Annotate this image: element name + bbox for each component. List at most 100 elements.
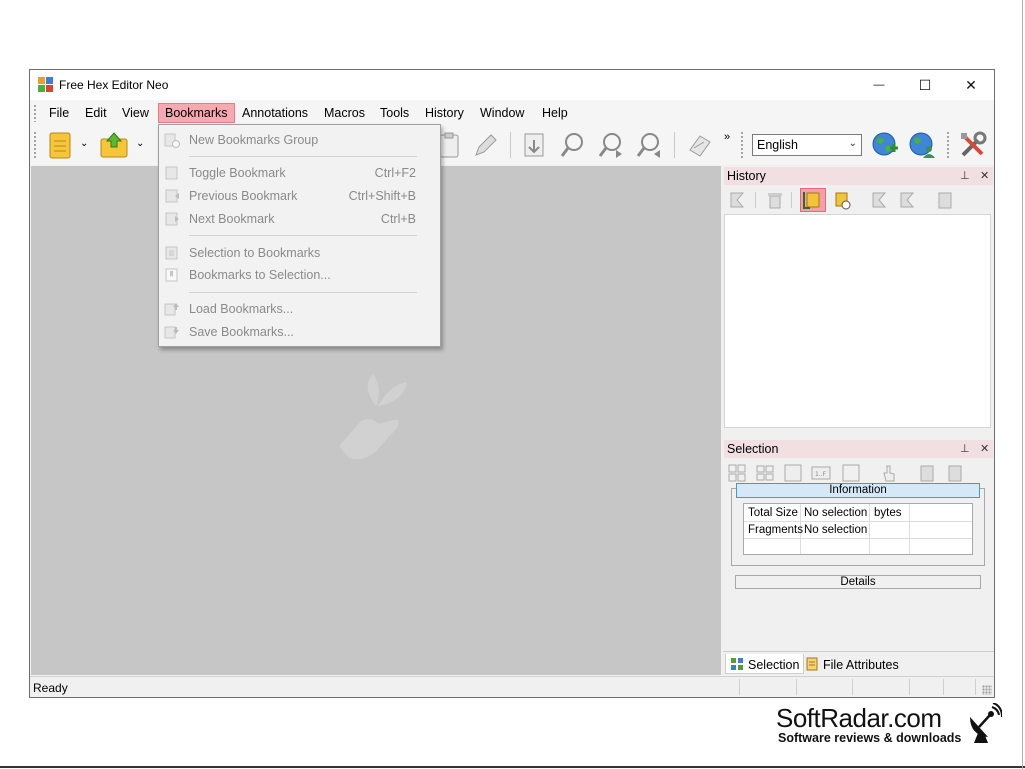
panel-tabs: Selection File Attributes [723, 651, 994, 675]
menu-help[interactable]: Help [536, 103, 574, 123]
tab-file-attributes[interactable]: File Attributes [801, 654, 903, 674]
toolbar-separator [510, 132, 511, 158]
menu-selection-to-bookmarks[interactable]: Selection to Bookmarks [159, 242, 440, 264]
open-file-dropdown-icon[interactable]: ⌄ [136, 138, 144, 149]
chevron-down-icon: ⌄ [848, 138, 857, 149]
menu-item-shortcut: Ctrl+Shift+B [348, 189, 416, 203]
total-size-label: Total Size [748, 507, 798, 519]
history-export-icon[interactable] [935, 190, 955, 210]
close-panel-icon[interactable]: ✕ [980, 169, 989, 182]
selection-import-icon[interactable] [917, 463, 937, 483]
tools-icon[interactable] [958, 130, 988, 160]
status-text: Ready [33, 681, 68, 695]
find-next-icon[interactable] [596, 130, 626, 160]
toolbar-separator [674, 132, 675, 158]
selection-export-icon[interactable] [945, 463, 965, 483]
previous-bookmark-icon [164, 188, 180, 204]
menu-view[interactable]: View [116, 103, 155, 123]
menu-bookmarks-to-selection[interactable]: Bookmarks to Selection... [159, 264, 440, 286]
select-invert-icon[interactable] [783, 463, 803, 483]
toolbar-overflow-icon[interactable]: » [724, 131, 730, 143]
find-previous-icon[interactable] [634, 130, 664, 160]
menu-new-bookmarks-group[interactable]: New Bookmarks Group [159, 129, 440, 151]
brand-tagline: Software reviews & downloads [778, 731, 962, 745]
menu-bookmarks[interactable]: Bookmarks [158, 103, 235, 123]
load-bookmarks-icon [164, 301, 180, 317]
history-branch-add-icon[interactable] [831, 190, 851, 210]
selection-to-bookmarks-icon [164, 245, 180, 261]
menu-separator [189, 235, 417, 236]
new-file-dropdown-icon[interactable]: ⌄ [80, 138, 88, 149]
pencil-icon[interactable] [470, 130, 500, 160]
menu-load-bookmarks[interactable]: Load Bookmarks... [159, 298, 440, 320]
menu-macros[interactable]: Macros [318, 103, 371, 123]
menu-annotations[interactable]: Annotations [236, 103, 314, 123]
toolbar-grip[interactable] [33, 131, 37, 159]
maximize-button[interactable]: ☐ [902, 70, 948, 100]
language-select[interactable]: English ⌄ [752, 134, 862, 156]
menu-next-bookmark[interactable]: Next Bookmark Ctrl+B [159, 208, 440, 230]
select-blocks-icon[interactable] [755, 463, 775, 483]
satellite-dish-icon [966, 702, 1003, 743]
fragments-value: No selection [804, 524, 868, 536]
globe-icon[interactable] [870, 130, 900, 160]
menu-item-label: Toggle Bookmark [189, 166, 286, 180]
toolbar-grip-2[interactable] [740, 131, 744, 159]
select-copy-icon[interactable] [841, 463, 861, 483]
open-file-icon[interactable] [99, 130, 129, 160]
select-grid-icon[interactable] [727, 463, 747, 483]
status-divider [909, 679, 910, 695]
trash-icon[interactable] [765, 190, 785, 210]
tab-selection[interactable]: Selection [725, 654, 805, 674]
history-list[interactable] [724, 214, 991, 428]
tab-selection-label: Selection [748, 658, 800, 672]
bookmarks-to-selection-icon [164, 267, 180, 283]
pin-icon[interactable]: ⊥ [960, 442, 970, 455]
select-range-icon[interactable]: 1..F [811, 463, 831, 483]
menu-file[interactable]: File [43, 103, 75, 123]
information-header[interactable]: Information [736, 483, 980, 498]
tab-file-attributes-label: File Attributes [823, 658, 899, 672]
resize-grip-icon[interactable] [982, 685, 992, 695]
bookmark-tool-icon[interactable] [684, 130, 714, 160]
history-step-icon[interactable] [727, 190, 747, 210]
page-bottom-rule [0, 766, 1025, 768]
menu-history[interactable]: History [419, 103, 470, 123]
history-up-icon[interactable] [869, 190, 889, 210]
menu-separator [189, 292, 417, 293]
status-divider [975, 679, 976, 695]
menubar-grip[interactable] [33, 104, 37, 122]
pin-icon[interactable]: ⊥ [960, 169, 970, 182]
menu-toggle-bookmark[interactable]: Toggle Bookmark Ctrl+F2 [159, 162, 440, 184]
history-branch-active-icon[interactable] [800, 188, 826, 212]
total-size-unit: bytes [874, 507, 902, 519]
softradar-branding: SoftRadar.com Software reviews & downloa… [776, 702, 1003, 748]
menu-item-shortcut: Ctrl+B [380, 212, 416, 226]
close-button[interactable]: ✕ [948, 70, 994, 100]
close-panel-icon[interactable]: ✕ [980, 442, 989, 455]
save-icon[interactable] [520, 130, 550, 160]
selection-tab-icon [730, 657, 744, 671]
total-size-value: No selection [804, 507, 868, 519]
find-icon[interactable] [558, 130, 588, 160]
toolbar-grip-3[interactable] [946, 131, 950, 159]
plant-hand-watermark-icon [331, 366, 421, 466]
menu-bar: File Edit View Bookmarks Annotations Mac… [30, 100, 994, 125]
menu-previous-bookmark[interactable]: Previous Bookmark Ctrl+Shift+B [159, 185, 440, 207]
history-down-icon[interactable] [897, 190, 917, 210]
menu-save-bookmarks[interactable]: Save Bookmarks... [159, 321, 440, 343]
menu-tools[interactable]: Tools [374, 103, 415, 123]
hand-pointer-icon[interactable] [879, 463, 899, 483]
minimize-button[interactable]: — [856, 70, 902, 100]
new-file-icon[interactable] [44, 130, 74, 160]
menu-edit[interactable]: Edit [79, 103, 113, 123]
status-divider [852, 679, 853, 695]
details-expander[interactable]: Details [735, 575, 981, 589]
bookmarks-dropdown-menu: New Bookmarks Group Toggle Bookmark Ctrl… [158, 124, 441, 347]
menu-window[interactable]: Window [474, 103, 530, 123]
window-title: Free Hex Editor Neo [59, 78, 169, 92]
globe-user-icon[interactable] [907, 130, 937, 160]
menu-item-label: Save Bookmarks... [189, 325, 294, 339]
file-attributes-tab-icon [805, 657, 819, 671]
information-table: Total Size No selection bytes Fragments … [743, 503, 973, 555]
